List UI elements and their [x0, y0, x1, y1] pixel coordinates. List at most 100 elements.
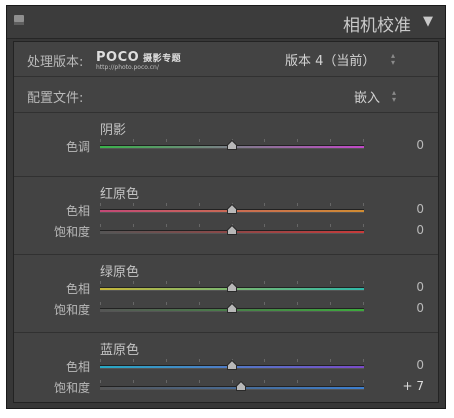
- slider-tick: [363, 359, 364, 362]
- slider-tick: [133, 359, 134, 362]
- slider-tick: [166, 380, 167, 383]
- slider-value[interactable]: 0: [394, 202, 424, 216]
- slider-tick: [100, 224, 101, 227]
- slider-tick: [264, 302, 265, 305]
- slider-tick: [199, 380, 200, 383]
- slider-tick: [100, 139, 101, 142]
- slider-label: 饱和度: [53, 381, 90, 395]
- slider-tick: [199, 203, 200, 206]
- slider-tick: [330, 359, 331, 362]
- slider-tick: [330, 302, 331, 305]
- slider-tick: [363, 302, 364, 305]
- slider-tick: [100, 203, 101, 206]
- panel-title: 相机校准: [343, 16, 411, 36]
- slider-tick: [100, 281, 101, 284]
- slider-value[interactable]: + 7: [394, 379, 424, 393]
- slider-value[interactable]: 0: [394, 358, 424, 372]
- slider-tick: [264, 203, 265, 206]
- slider-tick: [297, 302, 298, 305]
- profile-select[interactable]: 嵌入: [354, 87, 380, 106]
- slider-tick: [330, 380, 331, 383]
- slider-tick: [199, 281, 200, 284]
- slider-tick: [166, 203, 167, 206]
- slider-tick: [297, 224, 298, 227]
- slider-tick: [166, 139, 167, 142]
- slider-tick: [297, 380, 298, 383]
- process-version-row: 处理版本: POCO 摄影专题 http://photo.poco.cn/ 版本 …: [14, 42, 438, 77]
- slider-tick: [166, 302, 167, 305]
- slider-tick: [199, 139, 200, 142]
- profile-row: 配置文件: 嵌入 ▴ ▾: [14, 77, 438, 113]
- panel-header[interactable]: 相机校准 ▼: [7, 6, 445, 39]
- slider-tick: [264, 380, 265, 383]
- slider-tick: [100, 380, 101, 383]
- section-shadows: 阴影 色调 0: [14, 113, 438, 177]
- slider-tick: [363, 139, 364, 142]
- slider-tick: [199, 302, 200, 305]
- slider-tick: [330, 224, 331, 227]
- slider-tick: [133, 224, 134, 227]
- slider-tick: [166, 359, 167, 362]
- slider-value[interactable]: 0: [394, 223, 424, 237]
- slider-label: 色调: [65, 140, 90, 154]
- slider-tick: [133, 281, 134, 284]
- slider-value[interactable]: 0: [394, 280, 424, 294]
- slider-tick: [264, 281, 265, 284]
- slider-tick: [199, 224, 200, 227]
- slider-label: 色相: [65, 360, 90, 374]
- slider-tick: [363, 224, 364, 227]
- profile-stepper-icon[interactable]: ▴ ▾: [392, 89, 396, 104]
- slider-tick: [330, 139, 331, 142]
- slider-label: 饱和度: [53, 303, 90, 317]
- watermark-cn: 摄影专题: [143, 54, 182, 64]
- process-version-stepper-icon[interactable]: ▴ ▾: [391, 52, 395, 67]
- slider-tick: [133, 302, 134, 305]
- slider-tick: [297, 139, 298, 142]
- camera-calibration-panel: 相机校准 ▼ 处理版本: POCO 摄影专题 http://photo.poco.…: [6, 5, 446, 409]
- slider-value[interactable]: 0: [394, 301, 424, 315]
- watermark-url: http://photo.poco.cn/: [96, 64, 159, 71]
- slider-thumb-icon[interactable]: [227, 204, 237, 214]
- section-title: 蓝原色: [100, 343, 140, 358]
- section-title: 红原色: [100, 187, 140, 202]
- slider-tick: [330, 203, 331, 206]
- slider-thumb-icon[interactable]: [227, 225, 237, 235]
- collapse-triangle-icon[interactable]: ▼: [423, 14, 433, 29]
- slider-tick: [363, 281, 364, 284]
- slider-tick: [133, 203, 134, 206]
- panel-body: 处理版本: POCO 摄影专题 http://photo.poco.cn/ 版本 …: [13, 41, 439, 403]
- section-red-primary: 红原色 色相 0 饱和度 0: [14, 177, 438, 255]
- slider-tick: [363, 203, 364, 206]
- slider-tick: [100, 359, 101, 362]
- section-green-primary: 绿原色 色相 0 饱和度 0: [14, 255, 438, 333]
- slider-tick: [232, 380, 233, 383]
- watermark-brand: POCO: [96, 50, 140, 65]
- slider-value[interactable]: 0: [394, 138, 424, 152]
- process-version-select[interactable]: 版本 4（当前）: [285, 50, 375, 69]
- slider-tick: [264, 139, 265, 142]
- slider-tick: [264, 224, 265, 227]
- slider-tick: [133, 139, 134, 142]
- slider-tick: [330, 281, 331, 284]
- slider-thumb-icon[interactable]: [227, 303, 237, 313]
- slider-thumb-icon[interactable]: [236, 381, 247, 391]
- slider-tick: [297, 359, 298, 362]
- panel-switch-icon[interactable]: [14, 15, 24, 25]
- slider-ticks: [100, 380, 364, 384]
- slider-thumb-icon[interactable]: [227, 140, 237, 150]
- process-version-label: 处理版本:: [27, 55, 84, 70]
- section-title: 阴影: [100, 123, 127, 138]
- slider-label: 色相: [65, 282, 90, 296]
- slider-thumb-icon[interactable]: [227, 282, 237, 292]
- slider-thumb-icon[interactable]: [227, 360, 237, 370]
- section-blue-primary: 蓝原色 色相 0 饱和度 + 7: [14, 333, 438, 404]
- slider-tick: [166, 224, 167, 227]
- slider-tick: [264, 359, 265, 362]
- slider-tick: [166, 281, 167, 284]
- slider-tick: [363, 380, 364, 383]
- slider-label: 饱和度: [53, 225, 90, 239]
- slider-track[interactable]: [100, 386, 364, 390]
- slider-tick: [199, 359, 200, 362]
- poco-watermark: POCO 摄影专题 http://photo.poco.cn/: [96, 50, 181, 71]
- slider-tick: [297, 281, 298, 284]
